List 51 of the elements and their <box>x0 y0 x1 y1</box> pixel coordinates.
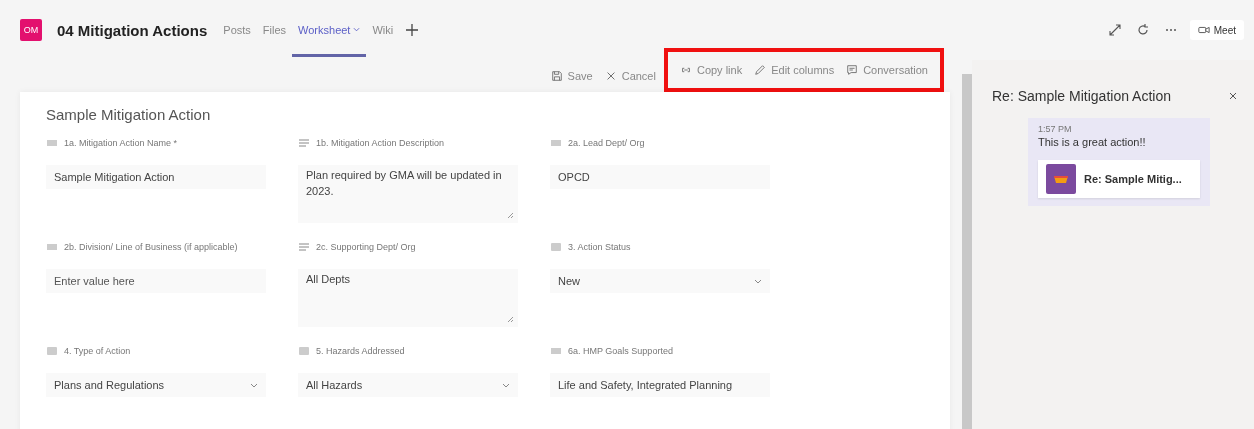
field-type-icon <box>550 242 562 252</box>
dropdown-field[interactable]: All Hazards <box>298 373 518 397</box>
field-type-icon <box>550 346 562 356</box>
field-type-icon <box>298 138 310 148</box>
channel-tab[interactable]: Worksheet <box>292 3 367 57</box>
refresh-icon[interactable] <box>1135 23 1150 37</box>
chevron-down-icon <box>250 382 258 388</box>
field-label: 5. Hazards Addressed <box>316 345 406 357</box>
message-time: 1:57 PM <box>1038 124 1073 134</box>
expand-icon[interactable] <box>1107 23 1122 37</box>
meet-button[interactable]: Meet <box>1189 20 1244 40</box>
resize-grip-icon[interactable] <box>506 315 514 323</box>
chevron-down-icon <box>754 278 762 284</box>
add-tab-icon[interactable] <box>405 23 420 37</box>
chevron-down-icon[interactable] <box>353 27 361 32</box>
scrollbar[interactable] <box>962 74 972 429</box>
input-field[interactable]: OPCD <box>550 165 770 189</box>
channel-title: 04 Mitigation Actions <box>57 21 208 39</box>
field-type-icon <box>550 138 562 148</box>
input-field[interactable]: Life and Safety, Integrated Planning <box>550 373 770 397</box>
dropdown-field[interactable]: Plans and Regulations <box>46 373 266 397</box>
text-area[interactable]: All Depts <box>298 269 518 327</box>
chat-icon <box>846 64 859 76</box>
resize-grip-icon[interactable] <box>506 211 514 219</box>
input-field[interactable]: Enter value here <box>46 269 266 293</box>
field-type-icon <box>46 242 58 252</box>
panel-title: Re: Sample Mitigation Action <box>992 88 1171 104</box>
chevron-down-icon <box>502 382 510 388</box>
field-label: 2a. Lead Dept/ Org <box>568 137 646 149</box>
pencil-icon <box>754 64 767 76</box>
close-icon[interactable] <box>1228 91 1238 101</box>
team-avatar: OM <box>20 19 42 41</box>
field-type-icon <box>46 346 58 356</box>
field-type-icon <box>46 138 58 148</box>
text-area[interactable]: Plan required by GMA will be updated in 2023. <box>298 165 518 223</box>
field-label: 1b. Mitigation Action Description <box>316 137 446 149</box>
attachment-card[interactable]: Re: Sample Mitig... <box>1038 160 1200 198</box>
field-type-icon <box>298 242 310 252</box>
field-label: 1a. Mitigation Action Name * <box>64 137 179 149</box>
field-label: 3. Action Status <box>568 241 632 253</box>
field-label: 6a. HMP Goals Supported <box>568 345 674 357</box>
field-type-icon <box>298 346 310 356</box>
form-title: Sample Mitigation Action <box>46 106 212 123</box>
field-label: 2b. Division/ Line of Business (if applicable) <box>64 241 239 253</box>
field-label: 4. Type of Action <box>64 345 132 357</box>
message-text: This is a great action!! <box>1038 136 1147 148</box>
input-field[interactable]: Sample Mitigation Action <box>46 165 266 189</box>
dropdown-field[interactable]: New <box>550 269 770 293</box>
bowl-icon <box>1046 164 1076 194</box>
video-camera-icon <box>1197 24 1210 36</box>
field-label: 2c. Supporting Dept/ Org <box>316 241 417 253</box>
